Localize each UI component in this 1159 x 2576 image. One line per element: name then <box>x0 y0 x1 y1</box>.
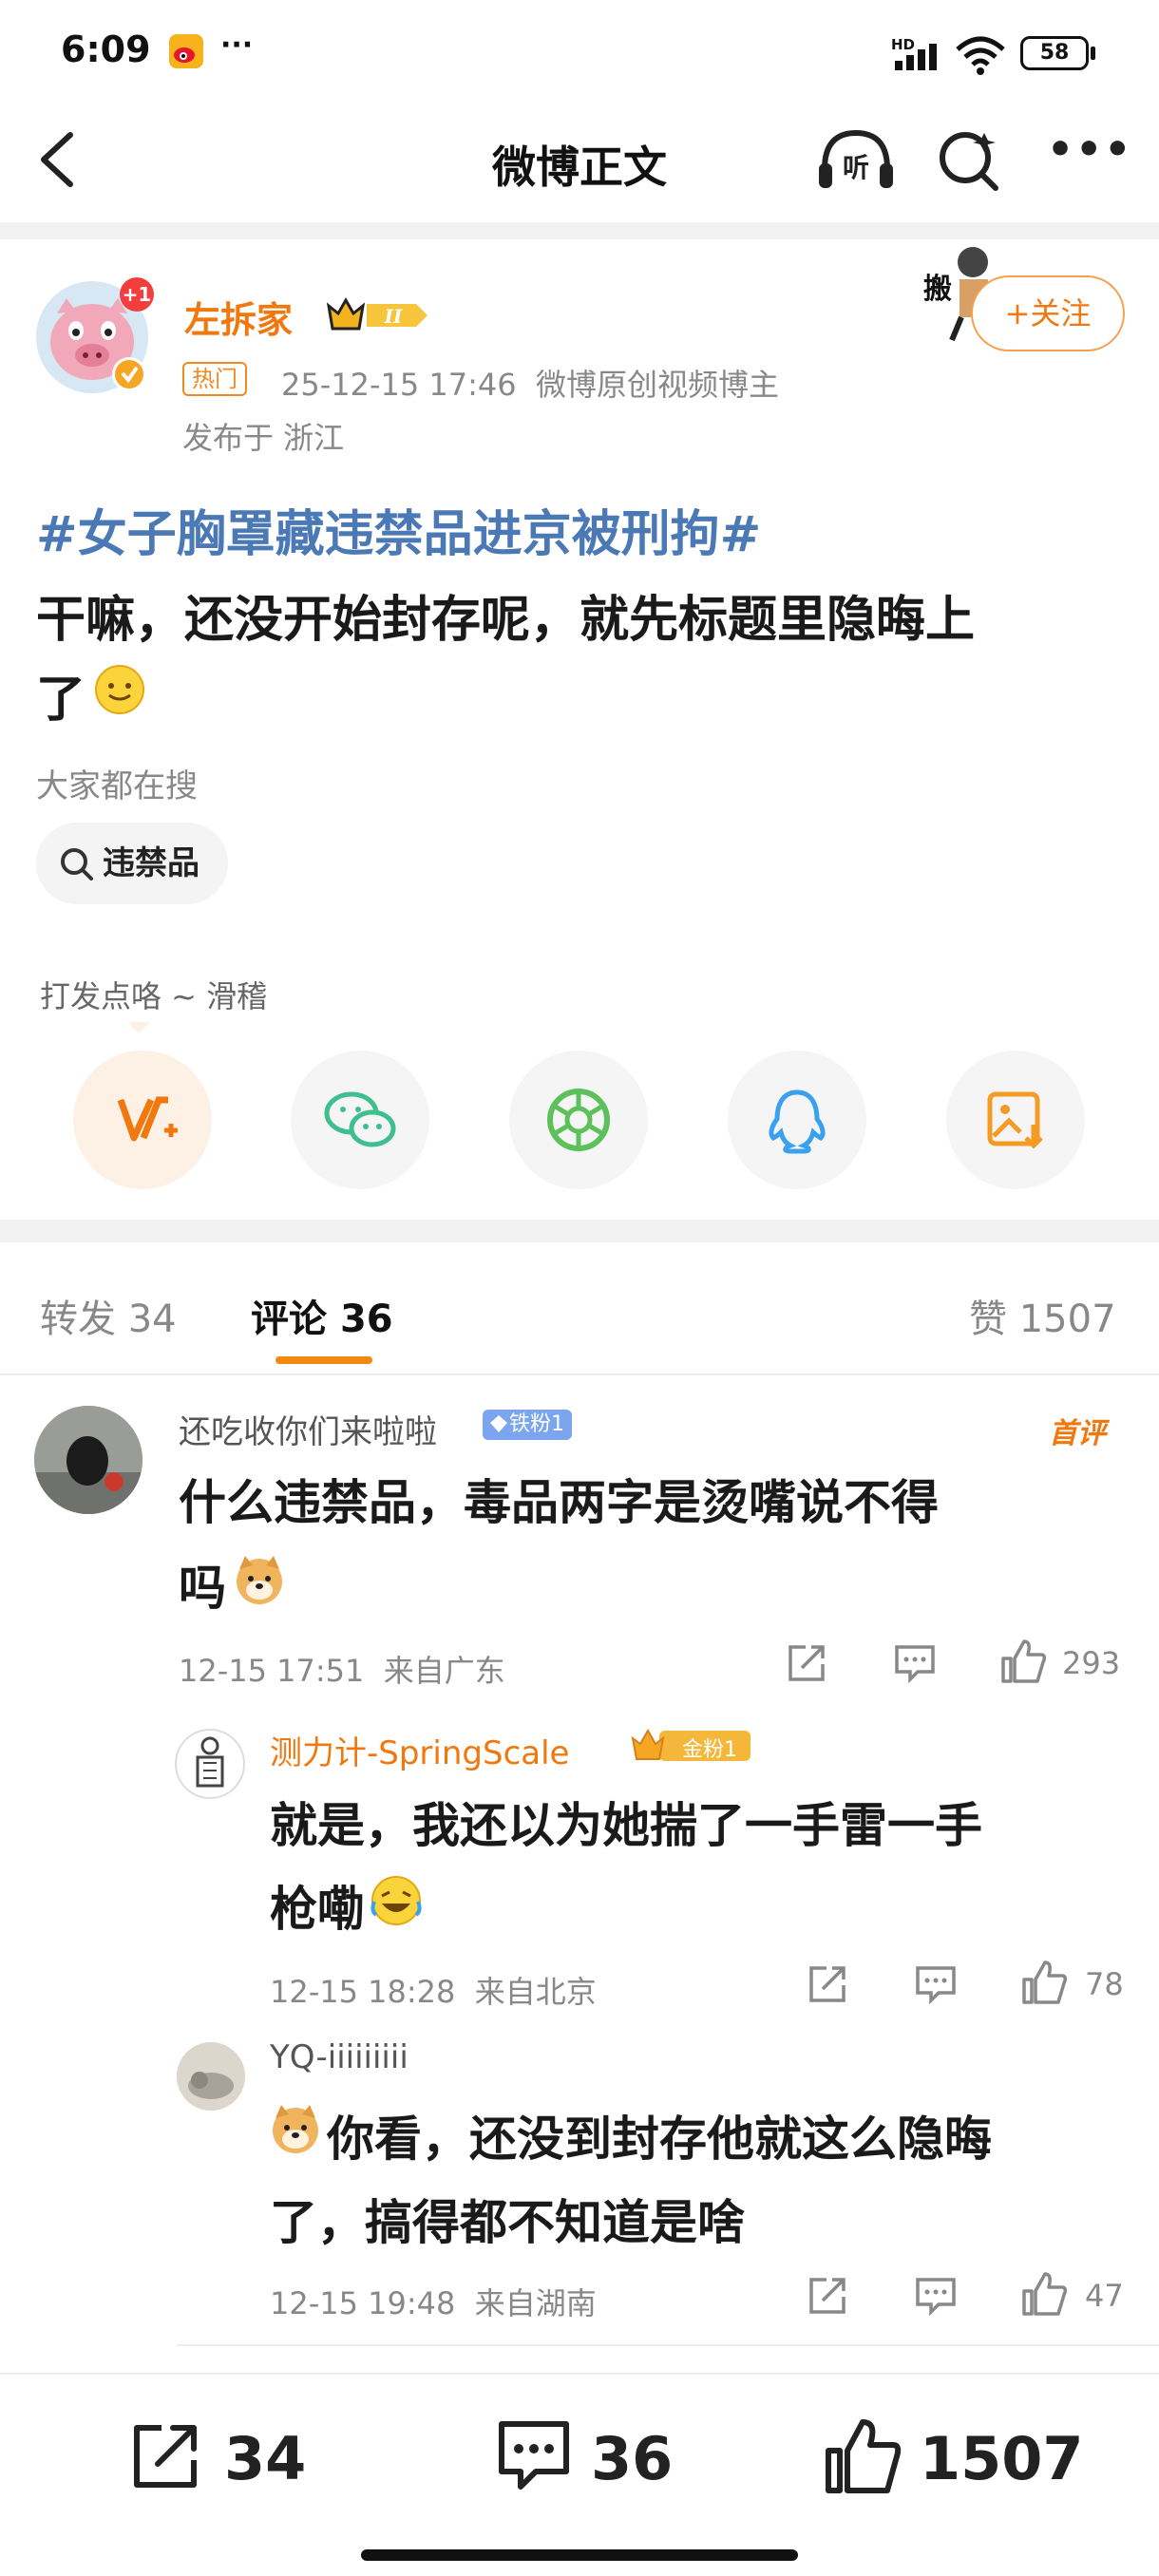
tab-count: 1507 <box>1018 1297 1116 1341</box>
svg-text:II: II <box>384 305 403 328</box>
vplus-share-button[interactable] <box>73 1051 212 1189</box>
wechat-share-button[interactable] <box>291 1051 429 1189</box>
tabs-divider <box>0 1373 1159 1375</box>
reply-icon[interactable] <box>893 1641 937 1689</box>
tab-comments[interactable]: 评论 36 <box>251 1288 393 1343</box>
reply-icon[interactable] <box>914 2274 958 2321</box>
tab-count: 34 <box>127 1297 177 1341</box>
doge-emoji-icon <box>268 2101 323 2160</box>
vip-crown-badge: II <box>325 294 431 340</box>
follow-button[interactable]: +关注 <box>971 275 1125 351</box>
section-divider <box>0 1220 1159 1242</box>
tab-label: 转发 <box>40 1297 116 1341</box>
like-icon[interactable] <box>1020 2270 1068 2321</box>
save-image-share-button[interactable] <box>946 1051 1085 1189</box>
listen-icon[interactable]: 听 <box>815 127 897 198</box>
weibo-app-icon <box>169 34 203 68</box>
post-meta: 25-12-15 17:46 微博原创视频博主 <box>281 367 779 403</box>
doge-emoji-icon <box>232 1552 287 1611</box>
like-icon[interactable] <box>999 1638 1047 1689</box>
comment-text-line: 你看，还没到封存他就这么隐晦 <box>327 2112 992 2167</box>
bottom-bar-divider <box>0 2373 1159 2375</box>
post-location: 发布于 浙江 <box>182 420 345 456</box>
diamond-icon <box>488 1413 509 1438</box>
comment-icon <box>499 2421 569 2490</box>
repost-icon[interactable] <box>785 1641 828 1689</box>
repost-icon[interactable] <box>806 2274 849 2321</box>
hot-badge: 热门 <box>182 362 247 396</box>
bottom-repost-count: 34 <box>224 2424 307 2493</box>
qq-share-button[interactable] <box>728 1051 866 1189</box>
signal-icon <box>893 42 946 76</box>
post-text-line: 了 <box>36 672 86 729</box>
hot-search-label: 大家都在搜 <box>36 767 198 805</box>
svg-text:搬: 搬 <box>923 273 952 306</box>
reply-icon[interactable] <box>914 1962 958 2010</box>
comment-text-line: 什么违禁品，毒品两字是烫嘴说不得 <box>179 1475 939 1530</box>
comment-username[interactable]: 测力计-SpringScale <box>270 1727 569 1773</box>
comment-text-line: 枪嘞 <box>270 1882 365 1937</box>
search-chip-icon <box>59 846 95 886</box>
first-comment-badge: 首评 <box>1049 1417 1106 1450</box>
smile-emoji-icon <box>93 663 146 720</box>
tab-count: 36 <box>339 1297 393 1341</box>
post-hashtag[interactable]: #女子胸罩藏违禁品进京被刑拘# <box>36 494 761 565</box>
moments-icon <box>547 1089 610 1151</box>
save-image-icon <box>987 1091 1043 1149</box>
comment-text-line: 了，搞得都不知道是啥 <box>270 2195 745 2250</box>
more-options-icon[interactable]: ••• <box>1047 125 1132 174</box>
status-time: 6:09 <box>61 28 151 70</box>
verified-badge <box>112 357 146 391</box>
qq-icon <box>769 1089 826 1154</box>
avatar[interactable] <box>34 1406 142 1514</box>
post-text-line: 干嘛，还没开始封存呢，就先标题里隐晦上 <box>36 592 976 649</box>
home-indicator[interactable] <box>361 2549 798 2561</box>
like-count: 47 <box>1085 2278 1124 2314</box>
fan-badge-label: 铁粉1 <box>509 1412 564 1436</box>
svg-text:听: 听 <box>843 152 869 183</box>
comment-meta: 12-15 19:48 来自湖南 <box>270 2285 597 2321</box>
like-count: 78 <box>1085 1966 1124 2002</box>
search-chip-label: 违禁品 <box>103 844 200 882</box>
comment-username[interactable]: YQ-iiiiiiiii <box>270 2038 408 2076</box>
reward-text: 打发点咯 ~ 滑稽 <box>40 978 268 1014</box>
notification-badge: +1 <box>120 277 154 312</box>
repost-icon <box>134 2425 197 2488</box>
tab-label: 赞 <box>969 1297 1007 1341</box>
comment-meta: 12-15 18:28 来自北京 <box>270 1974 597 2010</box>
like-icon <box>826 2419 902 2493</box>
tab-reposts[interactable]: 转发 34 <box>40 1288 177 1343</box>
wechat-icon <box>324 1091 396 1147</box>
comment-text-line: 吗 <box>179 1561 226 1616</box>
gold-fan-badge-label: 金粉1 <box>682 1738 737 1762</box>
author-name[interactable]: 左拆家 <box>184 291 293 343</box>
comment-username[interactable]: 还吃收你们来啦啦 <box>179 1406 437 1452</box>
moments-share-button[interactable] <box>509 1051 648 1189</box>
tab-likes[interactable]: 赞 1507 <box>969 1288 1116 1343</box>
battery-tip <box>1091 47 1095 60</box>
header-divider <box>0 222 1159 239</box>
bottom-like-count: 1507 <box>920 2424 1084 2493</box>
more-notifications-icon: ··· <box>220 28 254 62</box>
like-count: 293 <box>1062 1645 1121 1681</box>
replies-divider <box>177 2344 1159 2346</box>
battery-indicator: 58 <box>1020 36 1089 70</box>
avatar[interactable] <box>175 1729 245 1799</box>
comment-text-line: 就是，我还以为她揣了一手雷一手 <box>270 1798 982 1853</box>
repost-icon[interactable] <box>806 1962 849 2010</box>
search-icon[interactable] <box>937 127 1003 198</box>
wifi-icon <box>954 34 1007 80</box>
reward-pointer <box>127 1022 150 1033</box>
vplus-icon <box>117 1096 178 1142</box>
laughing-emoji-icon <box>369 1873 424 1932</box>
avatar[interactable] <box>177 2042 245 2111</box>
like-icon[interactable] <box>1020 1959 1068 2010</box>
tab-active-underline <box>276 1356 372 1364</box>
tab-label: 评论 <box>251 1297 327 1341</box>
comment-meta: 12-15 17:51 来自广东 <box>179 1653 505 1689</box>
bottom-comment-count: 36 <box>591 2424 674 2493</box>
